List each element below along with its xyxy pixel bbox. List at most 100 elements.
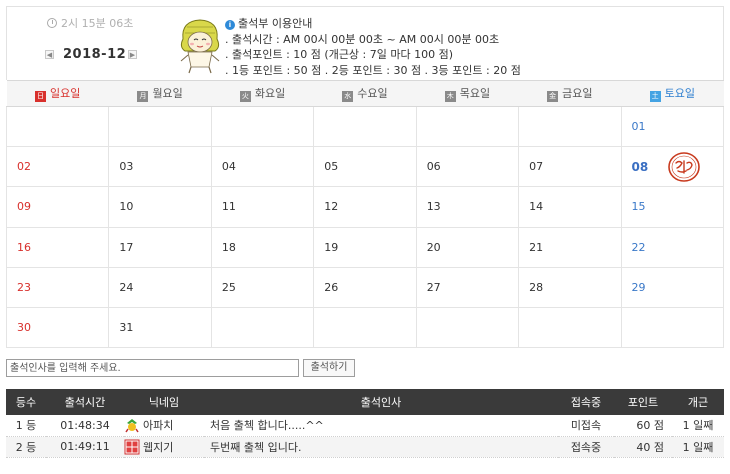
calendar-day[interactable]: 06 (415, 146, 520, 188)
info-icon: i (225, 20, 235, 30)
calendar-day[interactable]: 03 (108, 146, 212, 188)
nickname-cell[interactable]: 웹지기 (124, 436, 204, 458)
calendar-week: 09 10 11 12 13 14 15 (5, 186, 725, 228)
attendance-list: 등수 출석시간 닉네임 출석인사 접속중 포인트 개근 1 등 01:48:34… (6, 389, 724, 458)
greeting-input[interactable] (6, 359, 299, 377)
day-number: 01 (631, 120, 646, 134)
calendar-empty-cell (313, 306, 417, 349)
col-time: 출석시간 (46, 389, 124, 415)
calendar-week: 02 03 04 05 06 07 08 (5, 146, 725, 188)
nickname: 아파치 (143, 419, 174, 433)
col-online: 접속중 (558, 389, 614, 415)
day-number: 30 (17, 321, 31, 335)
day-number: 17 (119, 240, 134, 254)
day-number: 03 (119, 160, 134, 174)
admin-badge-icon (124, 439, 140, 454)
month-navigation: ◀ 2018-12 ▶ (45, 47, 137, 63)
calendar-day[interactable]: 28 (518, 266, 622, 308)
calendar-day[interactable]: 18 (210, 226, 315, 268)
day-number: 22 (631, 240, 646, 254)
attendance-calendar: 日 일요일 月 월요일 火 화요일 水 수요일 木 목요일 金 금요일 土 토요일 01 02 0… (5, 80, 725, 349)
day-number: 20 (426, 240, 441, 254)
weekday-monday: 月 월요일 (108, 80, 212, 107)
calendar-empty-cell (5, 105, 110, 148)
rank: 2 등 (6, 436, 46, 458)
table-row: 1 등 01:48:34 아파치 처음 출첵 합니다.....^^ 미접속 60… (6, 415, 724, 437)
day-number: 14 (529, 200, 544, 214)
points: 60 점 (614, 415, 672, 437)
calendar-day[interactable]: 24 (108, 266, 212, 308)
day-number: 10 (119, 200, 134, 214)
prev-month-button[interactable]: ◀ (45, 50, 54, 59)
day-number: 25 (221, 280, 236, 294)
mascot-illustration (180, 19, 220, 74)
calendar-day[interactable]: 08 (620, 146, 725, 188)
calendar-day[interactable]: 20 (415, 226, 520, 268)
notice-points: . 출석포인트 : 10 점 (개근상 : 7일 마다 100 점) (225, 48, 454, 61)
calendar-day[interactable]: 09 (5, 186, 110, 228)
day-number: 05 (324, 160, 339, 174)
col-nickname: 닉네임 (124, 389, 204, 415)
calendar-day[interactable]: 22 (620, 226, 725, 268)
calendar-day[interactable]: 27 (415, 266, 520, 308)
nickname-cell[interactable]: 아파치 (124, 415, 204, 437)
calendar-empty-cell (518, 306, 622, 349)
day-number: 04 (221, 160, 236, 174)
day-number: 02 (17, 160, 31, 174)
day-number: 18 (221, 240, 236, 254)
calendar-day[interactable]: 05 (313, 146, 417, 188)
calendar-empty-cell (210, 306, 315, 349)
calendar-day[interactable]: 15 (620, 186, 725, 228)
calendar-day[interactable]: 02 (5, 146, 110, 188)
countdown-timer: 2시 15분 06초 (47, 15, 133, 31)
timer-text: 2시 15분 06초 (61, 17, 134, 30)
calendar-day[interactable]: 21 (518, 226, 622, 268)
day-number: 15 (631, 200, 646, 214)
day-number: 08 (631, 159, 649, 174)
calendar-day[interactable]: 17 (108, 226, 212, 268)
weekday-tuesday: 火 화요일 (211, 80, 314, 107)
calendar-day[interactable]: 12 (313, 186, 417, 228)
check-in-button[interactable]: 출석하기 (303, 359, 355, 377)
calendar-day[interactable]: 30 (5, 306, 110, 349)
calendar-week: 23 24 25 26 27 28 29 (5, 266, 725, 308)
day-number: 11 (221, 200, 236, 214)
day-number: 16 (17, 240, 31, 254)
calendar-day[interactable]: 26 (313, 266, 417, 308)
online-status: 미접속 (558, 415, 614, 437)
next-month-button[interactable]: ▶ (128, 50, 137, 59)
calendar-day[interactable]: 13 (415, 186, 520, 228)
notice-title: 출석부 이용안내 (238, 17, 313, 30)
calendar-day[interactable]: 16 (5, 226, 110, 268)
weekday-wednesday: 水 수요일 (313, 80, 417, 107)
day-number: 27 (426, 280, 441, 294)
calendar-week: 30 31 (5, 306, 725, 349)
calendar-day[interactable]: 23 (5, 266, 110, 308)
notice-rank-points: . 1등 포인트 : 50 점 . 2등 포인트 : 30 점 . 3등 포인트… (225, 63, 521, 77)
day-number: 21 (529, 240, 544, 254)
notice-time: . 출석시간 : AM 00시 00분 00초 ~ AM 00시 00분 00초 (225, 32, 500, 46)
calendar-day[interactable]: 25 (210, 266, 315, 308)
calendar-day[interactable]: 04 (210, 146, 315, 188)
calendar-empty-cell (108, 105, 212, 148)
weekday-thursday: 木 목요일 (416, 80, 519, 107)
calendar-day[interactable]: 29 (620, 266, 725, 308)
weekday-saturday: 土 토요일 (621, 80, 724, 107)
calendar-day[interactable]: 11 (210, 186, 315, 228)
day-number: 24 (119, 280, 134, 294)
calendar-day[interactable]: 31 (108, 306, 212, 349)
calendar-empty-cell (415, 105, 520, 148)
check-in-time: 01:49:11 (46, 436, 124, 458)
calendar-day[interactable]: 01 (620, 105, 725, 148)
day-number: 13 (426, 200, 441, 214)
calendar-empty-cell (518, 105, 622, 148)
day-number: 31 (119, 321, 134, 335)
calendar-day[interactable]: 07 (518, 146, 622, 188)
col-message: 출석인사 (204, 389, 558, 415)
calendar-day[interactable]: 14 (518, 186, 622, 228)
calendar-day[interactable]: 19 (313, 226, 417, 268)
streak: 1 일째 (672, 415, 724, 437)
day-number: 12 (324, 200, 339, 214)
calendar-empty-cell (620, 306, 725, 349)
calendar-day[interactable]: 10 (108, 186, 212, 228)
